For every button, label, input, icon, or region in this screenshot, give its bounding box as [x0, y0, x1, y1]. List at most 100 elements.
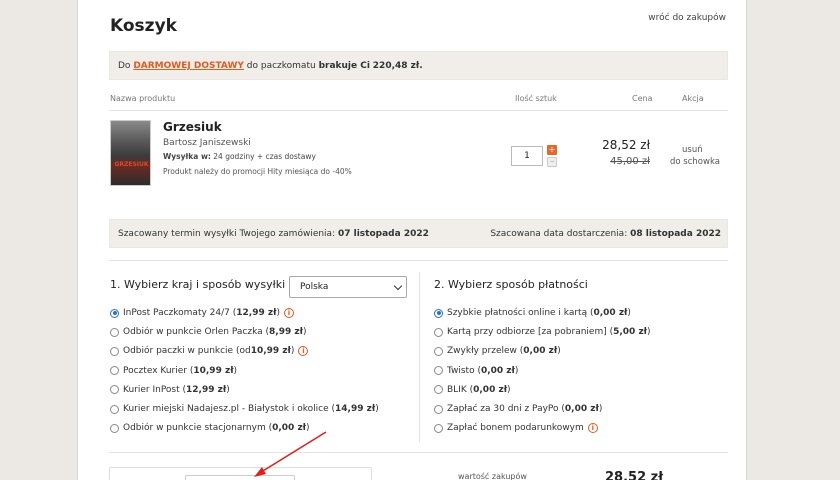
payment-section-title: 2. Wybierz sposób płatności [434, 278, 588, 291]
payment-option-price: 0,00 zł [564, 404, 599, 414]
product-cover-image[interactable]: GRZESIUK [110, 120, 151, 186]
radio-button[interactable] [434, 404, 443, 414]
product-price: 28,52 zł [602, 138, 650, 152]
info-icon[interactable]: i [283, 308, 294, 318]
payment-option[interactable]: Zwykły przelew (0,00 zł) [434, 344, 561, 358]
banner-prefix: Do [118, 61, 131, 71]
product-title[interactable]: Grzesiuk [163, 120, 222, 134]
shipping-option-price: 14,99 zł [335, 404, 376, 414]
shipping-option-suffix: ) [375, 404, 379, 414]
payment-option-label: Zapłać za 30 dni z PayPo ( [447, 404, 565, 414]
payment-option[interactable]: Zapłać bonem podarunkowym i [434, 421, 598, 435]
shipping-option-suffix: ) [276, 308, 280, 318]
save-for-later-link[interactable]: do schowka [670, 157, 720, 167]
country-select[interactable]: Polska [289, 276, 407, 298]
shipping-option[interactable]: Pocztex Kurier (10,99 zł) [110, 364, 237, 378]
payment-option-price: 0,00 zł [473, 384, 508, 395]
radio-button[interactable] [434, 423, 443, 433]
delivery-estimate-label: Szacowana data dostarczenia: [490, 229, 628, 239]
payment-option-price: 0,00 zł [523, 346, 558, 357]
radio-button[interactable] [434, 366, 443, 376]
shipping-option[interactable]: Odbiór w punkcie Orlen Paczka (8,99 zł) [110, 325, 306, 339]
shipping-option-label: InPost Paczkomaty 24/7 ( [123, 308, 237, 318]
delivery-estimate-date: 08 listopada 2022 [630, 229, 721, 239]
shipping-option-price: 8,99 zł [269, 327, 303, 338]
banner-middle: do paczkomatu [246, 61, 316, 71]
shipping-option[interactable]: Odbiór w punkcie stacjonarnym (0,00 zł) [110, 421, 310, 435]
ship-estimate-label: Szacowany termin wysyłki Twojego zamówie… [118, 229, 336, 239]
payment-option-suffix: ) [507, 384, 511, 395]
radio-button[interactable] [434, 385, 443, 395]
radio-button[interactable] [110, 308, 119, 318]
country-value: Polska [300, 282, 329, 292]
payment-option[interactable]: Kartą przy odbiorze [za pobraniem] (5,00… [434, 325, 651, 339]
shipping-option-price: 12,99 zł [236, 308, 277, 318]
radio-button[interactable] [434, 346, 443, 356]
radio-button[interactable] [110, 346, 119, 356]
summary-value: 28,52 zł [605, 470, 664, 480]
free-delivery-link[interactable]: DARMOWEJ DOSTAWY [133, 61, 244, 71]
radio-button[interactable] [110, 385, 119, 395]
payment-option-suffix: ) [647, 327, 651, 338]
ship-estimate-date: 07 listopada 2022 [337, 229, 429, 239]
column-qty: Ilość sztuk [515, 94, 557, 103]
shipping-option-price: 0,00 zł [272, 423, 307, 434]
payment-option-label: Szybkie płatności online i kartą ( [447, 308, 594, 318]
shipping-option[interactable]: InPost Paczkomaty 24/7 (12,99 zł) i [110, 306, 294, 320]
radio-button[interactable] [110, 366, 119, 376]
shipping-option-price: 12,99 zł [186, 384, 227, 395]
cover-title: GRZESIUK [114, 161, 149, 168]
shipping-option-suffix: ) [290, 346, 295, 357]
payment-option[interactable]: BLIK (0,00 zł) [434, 383, 511, 397]
shipping-section-title: 1. Wybierz kraj i sposób wysyłki [110, 278, 286, 291]
shipping-option[interactable]: Odbiór paczki w punkcie (od 10,99 zł) i [110, 344, 309, 358]
shipping-option-label: Pocztex Kurier ( [123, 365, 194, 376]
shipping-option-suffix: ) [306, 423, 310, 434]
info-icon[interactable]: i [298, 346, 309, 357]
cart-panel: Koszyk wróć do zakupów Do DARMOWEJ DOSTA… [77, 0, 747, 480]
quantity-decrease-button[interactable]: − [547, 157, 557, 167]
shipping-option-label: Kurier miejski Nadajesz.pl - Białystok i… [123, 404, 335, 414]
column-product: Nazwa produktu [110, 94, 176, 103]
payment-option-label: Twisto ( [447, 365, 481, 376]
shipping-option-label: Odbiór w punkcie stacjonarnym ( [123, 423, 273, 434]
radio-button[interactable] [110, 423, 119, 433]
chevron-down-icon [393, 281, 403, 291]
divider [109, 452, 728, 453]
column-price: Cena [632, 94, 653, 103]
payment-option-price: 0,00 zł [480, 365, 515, 376]
divider [109, 260, 728, 261]
shipping-option-price: 10,99 zł [193, 365, 234, 376]
shipping-option[interactable]: Kurier miejski Nadajesz.pl - Białystok i… [110, 402, 379, 416]
payment-option-label: Kartą przy odbiorze [za pobraniem] ( [447, 327, 614, 338]
radio-button[interactable] [110, 404, 119, 414]
page-title: Koszyk [110, 16, 177, 36]
payment-option-label: Zapłać bonem podarunkowym [447, 423, 584, 434]
quantity-input[interactable] [511, 146, 543, 166]
shipping-option[interactable]: Kurier InPost (12,99 zł) [110, 383, 230, 397]
payment-option-label: BLIK ( [447, 384, 474, 395]
payment-option-suffix: ) [627, 308, 631, 318]
shipping-option-label: Kurier InPost ( [123, 384, 187, 395]
section-divider [419, 272, 420, 442]
payment-option[interactable]: Zapłać za 30 dni z PayPo (0,00 zł) [434, 402, 602, 416]
product-old-price: 45,00 zł [610, 156, 650, 167]
radio-button[interactable] [434, 327, 443, 337]
info-icon[interactable]: i [587, 423, 598, 434]
payment-option[interactable]: Szybkie płatności online i kartą (0,00 z… [434, 306, 631, 320]
radio-button[interactable] [434, 308, 443, 318]
remove-link[interactable]: usuń [682, 145, 703, 155]
quantity-increase-button[interactable]: + [547, 145, 557, 155]
divider [109, 110, 728, 111]
radio-button[interactable] [110, 327, 119, 337]
payment-option-suffix: ) [514, 365, 519, 376]
shipping-option-label: Odbiór w punkcie Orlen Paczka ( [123, 327, 270, 338]
product-author[interactable]: Bartosz Janiszewski [163, 138, 251, 148]
banner-missing-label: brakuje Ci [318, 61, 370, 71]
product-promo-note: Produkt należy do promocji Hity miesiąca… [163, 167, 352, 176]
discount-code-input[interactable] [185, 475, 295, 480]
payment-option-label: Zwykły przelew ( [447, 346, 524, 357]
back-to-shopping-link[interactable]: wróć do zakupów [648, 13, 726, 23]
payment-option[interactable]: Twisto (0,00 zł) [434, 364, 518, 378]
payment-option-suffix: ) [598, 404, 603, 414]
